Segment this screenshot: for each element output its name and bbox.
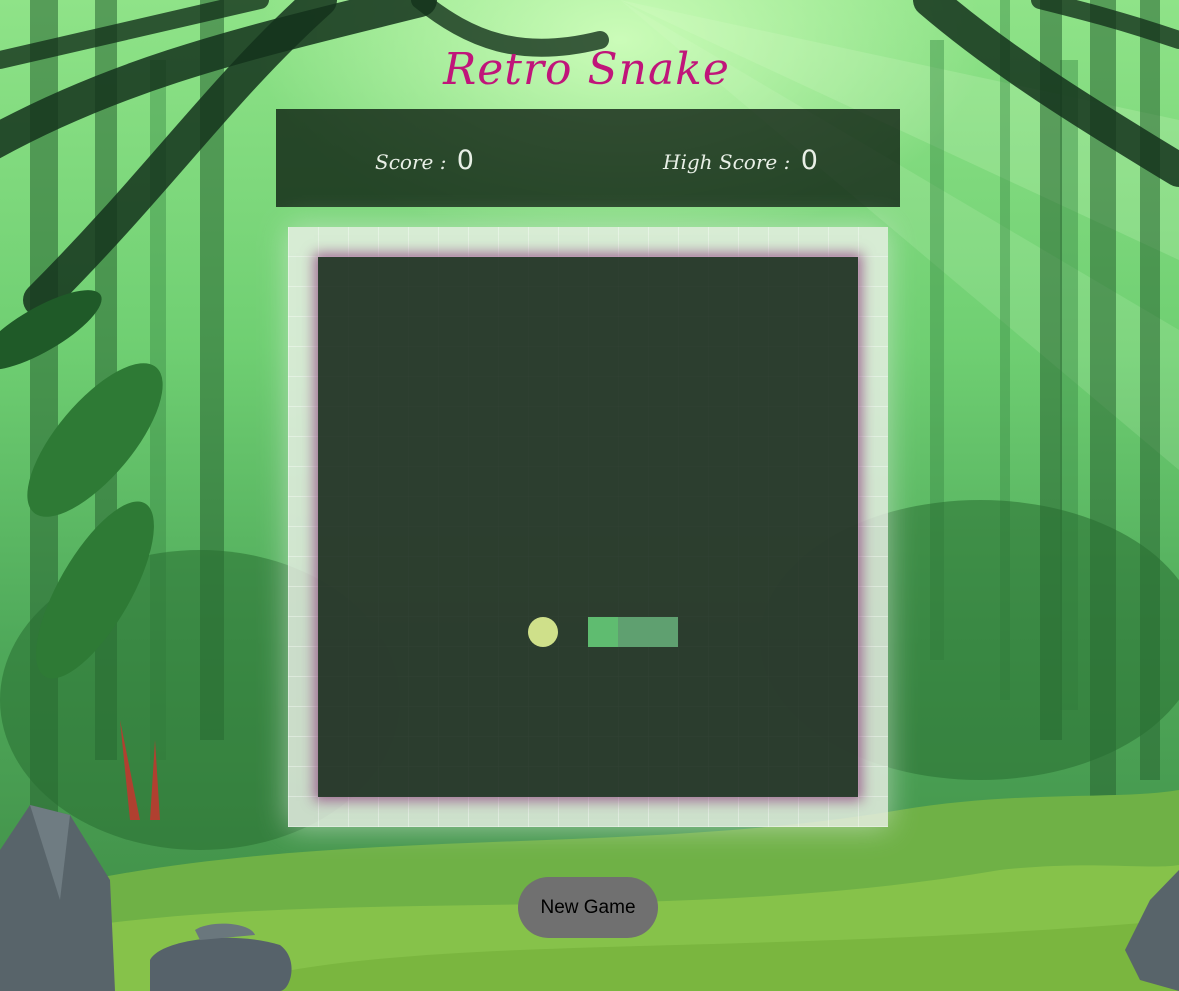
- game-board[interactable]: [318, 257, 858, 797]
- snake-head: [588, 617, 618, 647]
- high-score-value: 0: [800, 145, 818, 176]
- score-value: 0: [456, 145, 474, 176]
- high-score-display: High Score : 0: [663, 145, 818, 176]
- snake-body-segment: [648, 617, 678, 647]
- board-border: [288, 227, 888, 827]
- score-display: Score : 0: [375, 145, 474, 176]
- snake-body-segment: [618, 617, 648, 647]
- high-score-label: High Score :: [663, 150, 791, 174]
- game-title: Retro Snake: [443, 44, 730, 95]
- food-pellet: [528, 617, 558, 647]
- score-panel: Score : 0 High Score : 0: [276, 109, 900, 207]
- new-game-button[interactable]: New Game: [518, 877, 658, 938]
- score-label: Score :: [375, 150, 447, 174]
